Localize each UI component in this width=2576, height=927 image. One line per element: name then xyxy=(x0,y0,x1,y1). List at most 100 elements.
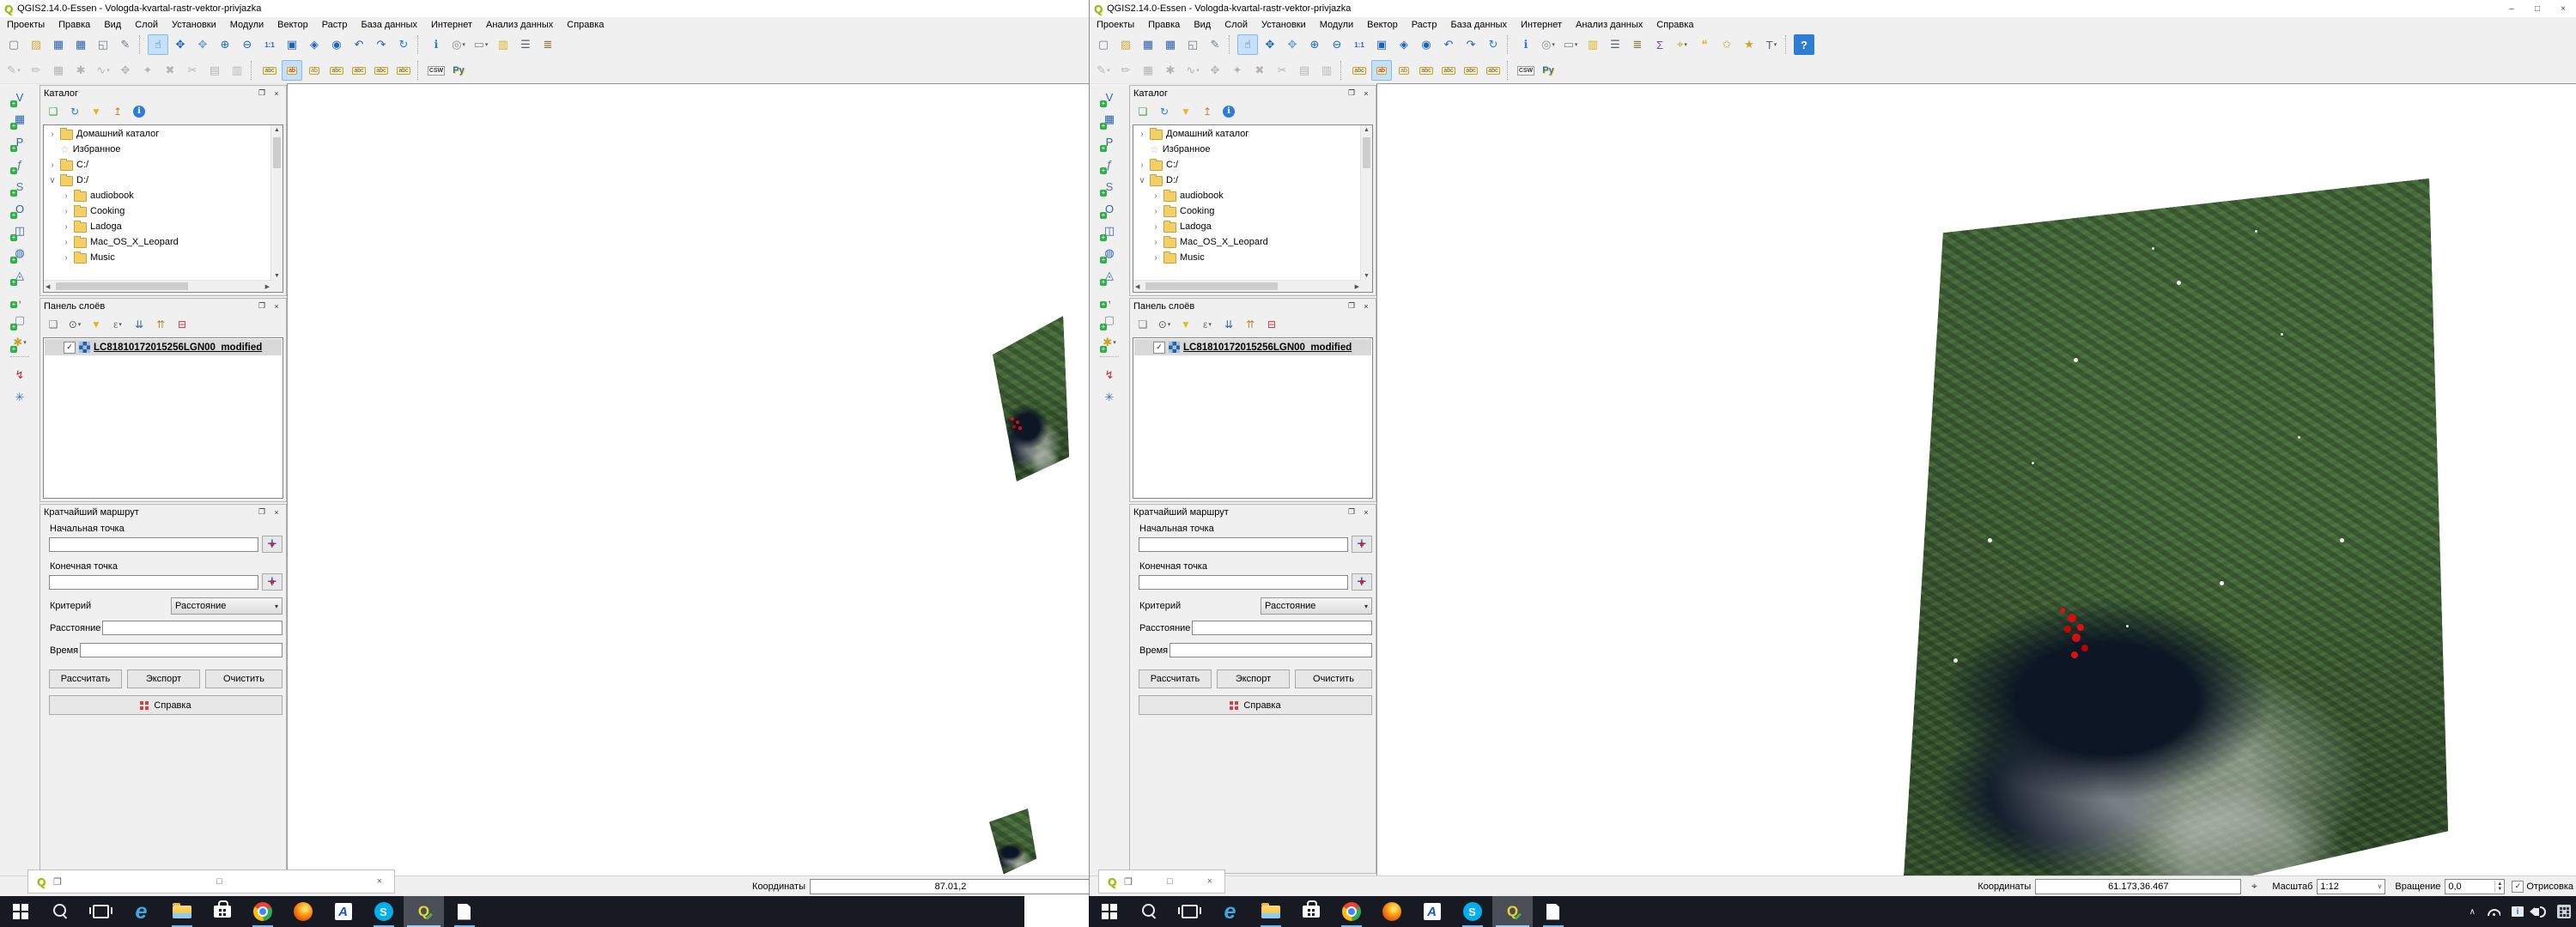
add-oracle-layer-button[interactable]: O+ xyxy=(1099,198,1120,219)
close-window-icon[interactable]: × xyxy=(377,876,382,887)
new-project-button[interactable]: ▢ xyxy=(1093,34,1114,55)
item-properties-button[interactable]: ℹ xyxy=(130,102,149,121)
taskbar-chrome-button[interactable] xyxy=(1331,896,1371,927)
expand-all-button[interactable]: ⇊ xyxy=(1219,315,1238,334)
refresh-browser-button[interactable]: ↻ xyxy=(65,102,84,121)
menu-item-3[interactable]: Слой xyxy=(1218,20,1255,30)
distance-input[interactable] xyxy=(1192,621,1372,635)
taskbar-firefox-button[interactable] xyxy=(283,896,323,927)
collapse-all-button[interactable]: ⇈ xyxy=(151,315,170,334)
network-analysis-tool-button[interactable]: ✳ xyxy=(1099,387,1120,408)
export-button[interactable]: Экспорт xyxy=(1217,670,1290,688)
wifi-icon[interactable] xyxy=(2487,908,2500,916)
taskbar-qgis-button[interactable]: Q xyxy=(404,896,444,927)
add-postgis-layer-button[interactable]: P+ xyxy=(9,131,30,152)
coordinates-input[interactable]: 87.01,2 xyxy=(810,879,1089,894)
add-wcs-layer-button[interactable]: ◍+ xyxy=(1099,243,1120,264)
zoom-to-layer-button[interactable]: ◉ xyxy=(326,34,347,55)
route-points-tool-button[interactable]: ↯ xyxy=(1099,365,1120,385)
taskbar-a-app-button[interactable]: A xyxy=(1412,896,1452,927)
expander-icon[interactable]: › xyxy=(1138,161,1146,170)
float-panel-icon[interactable]: ❐ xyxy=(256,300,268,312)
new-shapefile-button[interactable]: ▢+ xyxy=(1099,310,1120,330)
extent-toggle-icon[interactable]: ⌖ xyxy=(2245,879,2263,894)
labeling-options-button[interactable]: abc xyxy=(1349,60,1370,81)
add-mssql-layer-button[interactable]: S+ xyxy=(9,176,30,197)
tray-expand-icon[interactable]: ∧ xyxy=(2470,907,2476,917)
change-label-button[interactable]: abc xyxy=(1483,60,1504,81)
menu-item-0[interactable]: Проекты xyxy=(0,20,52,30)
menu-item-5[interactable]: Модули xyxy=(1313,20,1360,30)
add-raster-layer-button[interactable]: ▦+ xyxy=(9,109,30,130)
taskbar-start-button[interactable] xyxy=(1089,896,1129,927)
float-panel-icon[interactable]: ❐ xyxy=(1346,506,1358,518)
menu-item-0[interactable]: Проекты xyxy=(1090,20,1141,30)
save-project-button[interactable]: ▦ xyxy=(1138,34,1158,55)
show-hide-labels-button[interactable]: abc xyxy=(326,60,347,81)
csw-search-button[interactable]: CSW xyxy=(1516,60,1536,81)
deselect-all-button[interactable]: ▥ xyxy=(1583,34,1603,55)
tree-item[interactable]: ›Mac_OS_X_Leopard xyxy=(45,234,270,250)
tree-item[interactable]: ›Mac_OS_X_Leopard xyxy=(1134,234,1360,250)
expander-icon[interactable]: › xyxy=(62,191,70,201)
pick-end-point-button[interactable]: ✛ xyxy=(262,573,283,591)
new-shapefile-button[interactable]: ▢+ xyxy=(9,310,30,330)
open-attribute-table-button[interactable]: ☰ xyxy=(515,34,536,55)
taskbar-edge-button[interactable]: e xyxy=(121,896,161,927)
pick-start-point-button[interactable]: ✛ xyxy=(262,536,283,553)
add-vector-layer-button[interactable]: V+ xyxy=(9,87,30,107)
python-console-button[interactable]: Py xyxy=(448,60,469,81)
expander-icon[interactable]: › xyxy=(1138,130,1146,139)
render-checkbox[interactable]: ✓Отрисовка xyxy=(2512,881,2573,893)
open-project-button[interactable]: ▨ xyxy=(26,34,46,55)
select-features-button[interactable]: ▭▾ xyxy=(471,34,491,55)
close-panel-icon[interactable]: × xyxy=(270,88,283,99)
new-project-button[interactable]: ▢ xyxy=(3,34,24,55)
close-window-icon[interactable]: × xyxy=(1207,876,1212,887)
tree-item[interactable]: ☆Избранное xyxy=(45,142,270,157)
taskbar-a-app-button[interactable]: A xyxy=(323,896,363,927)
expander-icon[interactable]: › xyxy=(1151,207,1160,216)
taskbar-qgis-button[interactable]: Q xyxy=(1492,896,1533,927)
vertical-scrollbar[interactable]: ▲▼ xyxy=(1360,125,1372,281)
open-layer-styling-button[interactable]: ❏ xyxy=(1133,315,1152,334)
add-raster-layer-button[interactable]: ▦+ xyxy=(1099,109,1120,130)
zoom-native-button[interactable]: 1:1 xyxy=(1349,34,1370,55)
refresh-browser-button[interactable]: ↻ xyxy=(1155,102,1174,121)
menu-item-7[interactable]: Растр xyxy=(1405,20,1444,30)
taskbar-search-button[interactable] xyxy=(40,896,81,927)
tree-item[interactable]: ›Домашний каталог xyxy=(45,126,270,142)
expression-filter-button[interactable]: ε▾ xyxy=(1198,315,1217,334)
expander-icon[interactable]: › xyxy=(62,222,70,232)
close-panel-icon[interactable]: × xyxy=(1360,506,1372,518)
zoom-last-button[interactable]: ↶ xyxy=(349,34,369,55)
taskbar-skype-button[interactable]: S xyxy=(1452,896,1492,927)
rotate-label-button[interactable]: abc xyxy=(371,60,392,81)
menu-item-2[interactable]: Вид xyxy=(1187,20,1218,30)
taskbar-notepad-button[interactable] xyxy=(444,896,484,927)
horizontal-scrollbar[interactable]: ◀▶ xyxy=(44,280,271,292)
touch-zoom-button[interactable]: ☝ xyxy=(1237,34,1258,55)
menu-item-6[interactable]: Вектор xyxy=(270,20,315,30)
zoom-in-button[interactable]: ⊕ xyxy=(215,34,235,55)
expander-icon[interactable]: › xyxy=(1151,222,1160,232)
distance-input[interactable] xyxy=(102,621,283,635)
pan-to-selection-button[interactable]: ✥ xyxy=(192,34,213,55)
tree-item[interactable]: ›Cooking xyxy=(45,203,270,219)
run-feature-action-button[interactable]: ◎▾ xyxy=(1538,34,1558,55)
expander-icon[interactable]: › xyxy=(1151,191,1160,201)
zoom-full-button[interactable]: ▣ xyxy=(282,34,302,55)
collapse-tree-button[interactable]: ↥ xyxy=(1198,102,1217,121)
float-panel-icon[interactable]: ❐ xyxy=(1346,300,1358,312)
pin-labels-button[interactable]: ab xyxy=(1371,60,1392,81)
tree-item[interactable]: ›Ladoga xyxy=(45,219,270,234)
expander-icon[interactable]: ∨ xyxy=(1138,176,1146,185)
maximize-window-icon[interactable]: □ xyxy=(1167,876,1173,887)
refresh-button[interactable]: ↻ xyxy=(393,34,414,55)
minimize-button[interactable]: – xyxy=(2499,0,2524,17)
add-wms-layer-button[interactable]: ◫+ xyxy=(9,221,30,241)
menu-item-1[interactable]: Правка xyxy=(1141,20,1187,30)
add-wfs-layer-button[interactable]: ◬+ xyxy=(1099,265,1120,286)
tree-item[interactable]: ›C:/ xyxy=(45,157,270,173)
float-panel-icon[interactable]: ❐ xyxy=(256,506,268,518)
